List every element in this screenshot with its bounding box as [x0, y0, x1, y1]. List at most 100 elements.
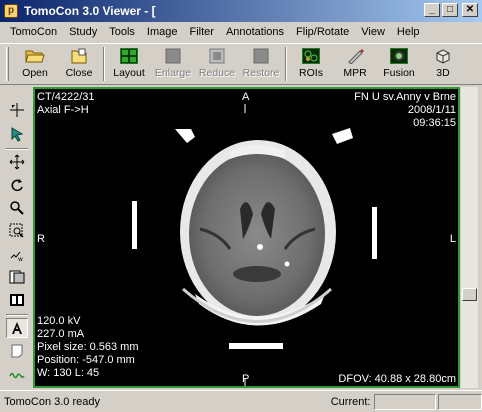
- select-arrow-icon: [11, 127, 24, 142]
- ma-value: 227.0 mA: [37, 328, 85, 340]
- slice-position: Position: -547.0 mm: [37, 354, 135, 366]
- open-label: Open: [22, 67, 48, 79]
- compare-tool-button[interactable]: [6, 290, 28, 310]
- rois-button[interactable]: ROIs: [289, 44, 333, 84]
- restore-icon: [251, 47, 271, 65]
- cine-icon: [9, 270, 25, 284]
- mpr-button[interactable]: MPR: [333, 44, 377, 84]
- restore-button[interactable]: Restore: [239, 44, 283, 84]
- rotate-tool-button[interactable]: [6, 175, 28, 195]
- layout-grid-icon: [119, 47, 139, 65]
- close-button[interactable]: ✕: [462, 3, 478, 17]
- 3d-label: 3D: [436, 67, 450, 79]
- zoom-tool-button[interactable]: [6, 198, 28, 218]
- fusion-button[interactable]: Fusion: [377, 44, 421, 84]
- page-corner-icon: [11, 344, 23, 358]
- page-tool-button[interactable]: [6, 341, 28, 361]
- toolbar-separator: [103, 47, 105, 81]
- dfov-value: DFOV: 40.88 x 28.80cm: [338, 373, 456, 385]
- anterior-marker: A: [242, 91, 250, 103]
- cube-icon: [433, 47, 453, 65]
- curve-icon: [9, 372, 25, 379]
- window-level-tool-button[interactable]: w: [6, 244, 28, 264]
- close-study-button[interactable]: Close: [57, 44, 101, 84]
- scrollbar-thumb[interactable]: [462, 288, 477, 301]
- menu-image[interactable]: Image: [141, 26, 184, 38]
- toolbar-separator: [285, 47, 287, 81]
- mpr-knife-icon: [345, 47, 365, 65]
- pixel-size: Pixel size: 0.563 mm: [37, 341, 139, 353]
- rotate-icon: [11, 179, 23, 192]
- series-id: CT/4222/31: [37, 91, 95, 103]
- toolbar-grip[interactable]: [6, 47, 9, 81]
- main-toolbar: Open Close Layout Enlarge Reduce Restore: [0, 43, 482, 85]
- overlay-bottom-left: 120.0 kV 227.0 mA Pixel size: 0.563 mm P…: [37, 315, 138, 380]
- pan-tool-button[interactable]: [6, 152, 28, 172]
- posterior-marker: P: [242, 373, 250, 385]
- menu-help[interactable]: Help: [391, 26, 426, 38]
- menu-flip-rotate[interactable]: Flip/Rotate: [290, 26, 355, 38]
- status-bar: TomoCon 3.0 ready Current:: [0, 390, 482, 412]
- fusion-icon: [389, 47, 409, 65]
- reduce-button[interactable]: Reduce: [195, 44, 239, 84]
- window-level-icon: w: [10, 251, 23, 262]
- window-title: TomoCon 3.0 Viewer - [: [24, 4, 156, 18]
- kv-value: 120.0 kV: [37, 315, 81, 327]
- left-tool-palette: w: [0, 86, 32, 388]
- arrow-tool-button[interactable]: [6, 124, 28, 144]
- overlay-top-right: FN U sv.Anny v Brne 2008/1/11 09:36:15: [354, 91, 456, 130]
- institution-name: FN U sv.Anny v Brne: [354, 91, 456, 103]
- window-controls: _ □ ✕: [424, 3, 478, 17]
- fusion-label: Fusion: [383, 67, 415, 79]
- left-marker: L: [449, 233, 456, 245]
- status-extra-pane: [438, 393, 482, 410]
- layout-button[interactable]: Layout: [107, 44, 151, 84]
- zoom-region-tool-button[interactable]: [6, 221, 28, 241]
- pointer-tool-button[interactable]: [6, 100, 28, 120]
- move-icon: [9, 154, 25, 170]
- menu-tools[interactable]: Tools: [103, 26, 141, 38]
- zoom-region-icon: [9, 223, 24, 238]
- text-annotation-icon: [12, 322, 22, 334]
- annotation-tool-button[interactable]: [6, 318, 28, 338]
- window-level: W: 130 L: 45: [37, 367, 100, 379]
- reduce-label: Reduce: [198, 67, 236, 79]
- rois-icon: [301, 47, 321, 65]
- right-marker: R: [37, 233, 45, 245]
- split-view-icon: [10, 294, 24, 306]
- open-button[interactable]: Open: [13, 44, 57, 84]
- svg-text:w: w: [18, 256, 23, 262]
- menu-study[interactable]: Study: [63, 26, 103, 38]
- 3d-button[interactable]: 3D: [421, 44, 465, 84]
- enlarge-label: Enlarge: [154, 67, 192, 79]
- pointer-icon: [10, 103, 24, 117]
- study-date: 2008/1/11: [407, 104, 456, 116]
- minimize-button[interactable]: _: [424, 3, 440, 17]
- folder-close-icon: [69, 47, 89, 65]
- reduce-icon: [207, 47, 227, 65]
- enlarge-button[interactable]: Enlarge: [151, 44, 195, 84]
- magnifier-icon: [10, 201, 24, 215]
- orientation-label: Axial F->H: [37, 104, 89, 116]
- status-message: TomoCon 3.0 ready: [4, 395, 100, 408]
- menu-bar: TomoCon Study Tools Image Filter Annotat…: [0, 22, 482, 42]
- menu-view[interactable]: View: [355, 26, 391, 38]
- tool-separator: [6, 314, 28, 316]
- close-label: Close: [65, 67, 93, 79]
- curve-tool-button[interactable]: [6, 364, 28, 384]
- menu-annotations[interactable]: Annotations: [220, 26, 290, 38]
- menu-filter[interactable]: Filter: [183, 26, 219, 38]
- layout-label: Layout: [113, 67, 145, 79]
- slice-scrollbar[interactable]: [460, 87, 478, 388]
- maximize-button[interactable]: □: [442, 3, 458, 17]
- current-value-pane: [374, 393, 437, 410]
- app-icon[interactable]: p: [4, 4, 18, 18]
- image-viewport[interactable]: CT/4222/31 Axial F->H A FN U sv.Anny v B…: [33, 87, 460, 388]
- menu-tomocon[interactable]: TomoCon: [4, 26, 63, 38]
- enlarge-icon: [163, 47, 183, 65]
- folder-open-icon: [25, 47, 45, 65]
- study-time: 09:36:15: [413, 117, 456, 129]
- cine-tool-button[interactable]: [6, 267, 28, 287]
- overlay-top-left: CT/4222/31 Axial F->H: [37, 91, 94, 117]
- rois-label: ROIs: [299, 67, 323, 79]
